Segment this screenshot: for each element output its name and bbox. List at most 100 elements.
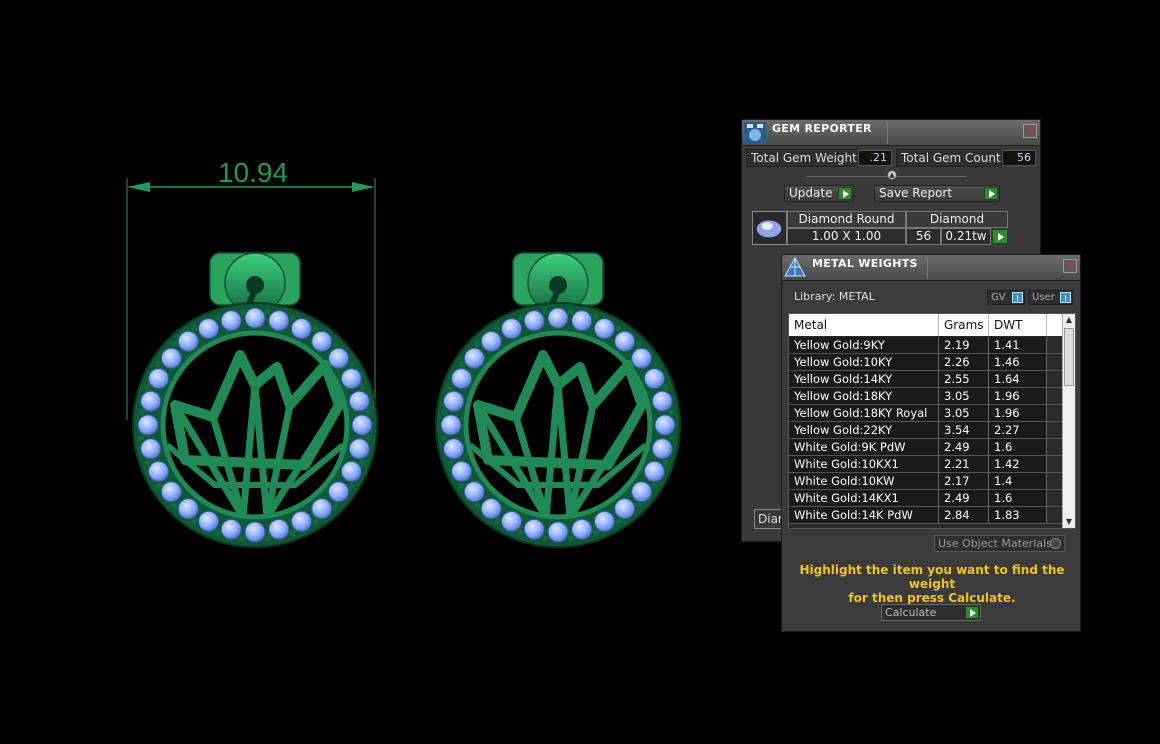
gem-reporter-icon [744, 122, 766, 144]
gem-reporter-close-icon[interactable]: ✕ [1023, 124, 1037, 138]
column-header-dwt[interactable]: DWT [989, 314, 1047, 336]
grams-cell: 2.21 [939, 456, 989, 472]
metal-table-header: Metal Grams DWT [789, 314, 1063, 336]
gem-row[interactable]: Diamond Round Diamond 1.00 X 1.00 56 0.2… [752, 211, 1010, 245]
grams-cell: 2.49 [939, 439, 989, 455]
table-row[interactable]: Yellow Gold:22KY 3.54 2.27 [789, 422, 1063, 439]
dwt-cell: 1.83 [989, 507, 1047, 523]
metal-weights-close-icon[interactable]: ✕ [1063, 259, 1077, 273]
user-toggle-label: User [1032, 292, 1055, 303]
scroll-thumb[interactable] [1064, 328, 1074, 386]
earring-left [132, 252, 378, 548]
gem-row-go-icon[interactable] [992, 229, 1008, 244]
column-header-metal[interactable]: Metal [789, 314, 939, 336]
table-row[interactable]: White Gold:14K PdW 2.84 1.83 [789, 507, 1063, 524]
table-row[interactable]: Yellow Gold:9KY 2.19 1.41 [789, 337, 1063, 354]
3d-viewport[interactable]: 10.94 [0, 0, 740, 744]
scroll-down-icon[interactable]: ▼ [1063, 516, 1075, 528]
scroll-up-icon[interactable]: ▲ [1063, 314, 1075, 326]
metal-name-cell: White Gold:10KX1 [789, 456, 939, 472]
dwt-cell: 1.46 [989, 354, 1047, 370]
metal-name-cell: Yellow Gold:10KY [789, 354, 939, 370]
metal-name-cell: Yellow Gold:9KY [789, 337, 939, 353]
grams-cell: 2.49 [939, 490, 989, 506]
dwt-cell: 1.42 [989, 456, 1047, 472]
metal-name-cell: Yellow Gold:14KY [789, 371, 939, 387]
dwt-cell: 1.6 [989, 439, 1047, 455]
use-object-materials-option[interactable]: Use Object Materials [934, 535, 1065, 552]
dwt-cell: 1.96 [989, 405, 1047, 421]
gem-material: Diamond [906, 211, 1008, 228]
dwt-cell: 1.96 [989, 388, 1047, 404]
dwt-cell: 1.4 [989, 473, 1047, 489]
title-separator [927, 257, 928, 279]
earring-render: 10.94 [126, 157, 681, 548]
gem-shape: Diamond Round [787, 211, 906, 228]
metal-name-cell: White Gold:14K PdW [789, 507, 939, 523]
metal-weights-title: METAL WEIGHTS [812, 257, 918, 270]
total-gem-weight-label: Total Gem Weight [746, 149, 858, 167]
grams-cell: 2.17 [939, 473, 989, 489]
gem-weight: 0.21tw [941, 228, 991, 245]
table-row[interactable]: Yellow Gold:18KY Royal 3.05 1.96 [789, 405, 1063, 422]
table-row[interactable]: White Gold:10KW 2.17 1.4 [789, 473, 1063, 490]
metal-table[interactable]: Metal Grams DWT Yellow Gold:9KY 2.19 1.41 Y… [788, 313, 1076, 529]
calculate-button[interactable]: Calculate [881, 604, 981, 621]
gem-size: 1.00 X 1.00 [787, 228, 906, 245]
table-row[interactable]: Yellow Gold:18KY 3.05 1.96 [789, 388, 1063, 405]
divider [806, 176, 966, 177]
table-row[interactable]: Yellow Gold:10KY 2.26 1.46 [789, 354, 1063, 371]
metal-name-cell: Yellow Gold:22KY [789, 422, 939, 438]
grams-cell: 2.55 [939, 371, 989, 387]
grams-cell: 2.19 [939, 337, 989, 353]
dimension-value: 10.94 [218, 157, 288, 188]
metal-name-cell: White Gold:10KW [789, 473, 939, 489]
metal-table-body: Yellow Gold:9KY 2.19 1.41 Yellow Gold:10KY 2… [789, 337, 1063, 524]
calculate-go-icon [965, 606, 979, 619]
update-go-icon [838, 187, 852, 200]
column-header-grams[interactable]: Grams [939, 314, 989, 336]
grams-cell: 3.05 [939, 388, 989, 404]
diamond-round-icon [752, 211, 787, 245]
grams-cell: 2.84 [939, 507, 989, 523]
library-label: Library: METAL [794, 290, 875, 303]
gv-toggle[interactable]: GV [987, 290, 1025, 305]
hint-line-1: Highlight the item you want to find the … [799, 563, 1065, 591]
table-row[interactable]: White Gold:14KX1 2.49 1.6 [789, 490, 1063, 507]
gv-checkbox-icon [1012, 292, 1023, 303]
dwt-cell: 1.6 [989, 490, 1047, 506]
gv-toggle-label: GV [991, 292, 1006, 303]
calculate-button-label: Calculate [885, 606, 937, 619]
update-button-label: Update [789, 186, 833, 200]
dwt-cell: 1.41 [989, 337, 1047, 353]
total-gem-count-label: Total Gem Count [896, 149, 1002, 167]
gem-reporter-titlebar[interactable]: GEM REPORTER ✕ [742, 120, 1040, 146]
save-report-go-icon [984, 187, 998, 200]
use-object-materials-label: Use Object Materials [938, 537, 1052, 550]
table-row[interactable]: White Gold:9K PdW 2.49 1.6 [789, 439, 1063, 456]
use-object-materials-radio-icon [1050, 538, 1061, 549]
collapse-arrow-icon[interactable]: ▲ [887, 170, 897, 180]
user-toggle[interactable]: User [1028, 290, 1073, 305]
gem-count: 56 [906, 228, 941, 245]
metal-weights-titlebar[interactable]: METAL WEIGHTS ✕ [782, 255, 1080, 281]
metal-weights-icon [784, 257, 806, 277]
hint-line-2: for then press Calculate. [848, 591, 1016, 605]
metal-table-scrollbar[interactable]: ▲ ▼ [1062, 314, 1075, 528]
title-separator [887, 122, 888, 144]
earring-right [435, 252, 681, 548]
save-report-button[interactable]: Save Report [874, 185, 1000, 202]
metal-name-cell: Yellow Gold:18KY [789, 388, 939, 404]
grams-cell: 2.26 [939, 354, 989, 370]
total-gem-count-value: 56 [1002, 150, 1036, 166]
total-gem-weight-value: .21 [858, 150, 892, 166]
user-checkbox-icon [1060, 292, 1071, 303]
table-row[interactable]: White Gold:10KX1 2.21 1.42 [789, 456, 1063, 473]
hint-text: Highlight the item you want to find the … [792, 563, 1072, 605]
update-button[interactable]: Update [784, 185, 854, 202]
dwt-cell: 1.64 [989, 371, 1047, 387]
gem-reporter-title: GEM REPORTER [772, 122, 872, 135]
metal-weights-panel: METAL WEIGHTS ✕ Library: METAL GV User M… [781, 254, 1081, 632]
table-row[interactable]: Yellow Gold:14KY 2.55 1.64 [789, 371, 1063, 388]
metal-name-cell: Yellow Gold:18KY Royal [789, 405, 939, 421]
